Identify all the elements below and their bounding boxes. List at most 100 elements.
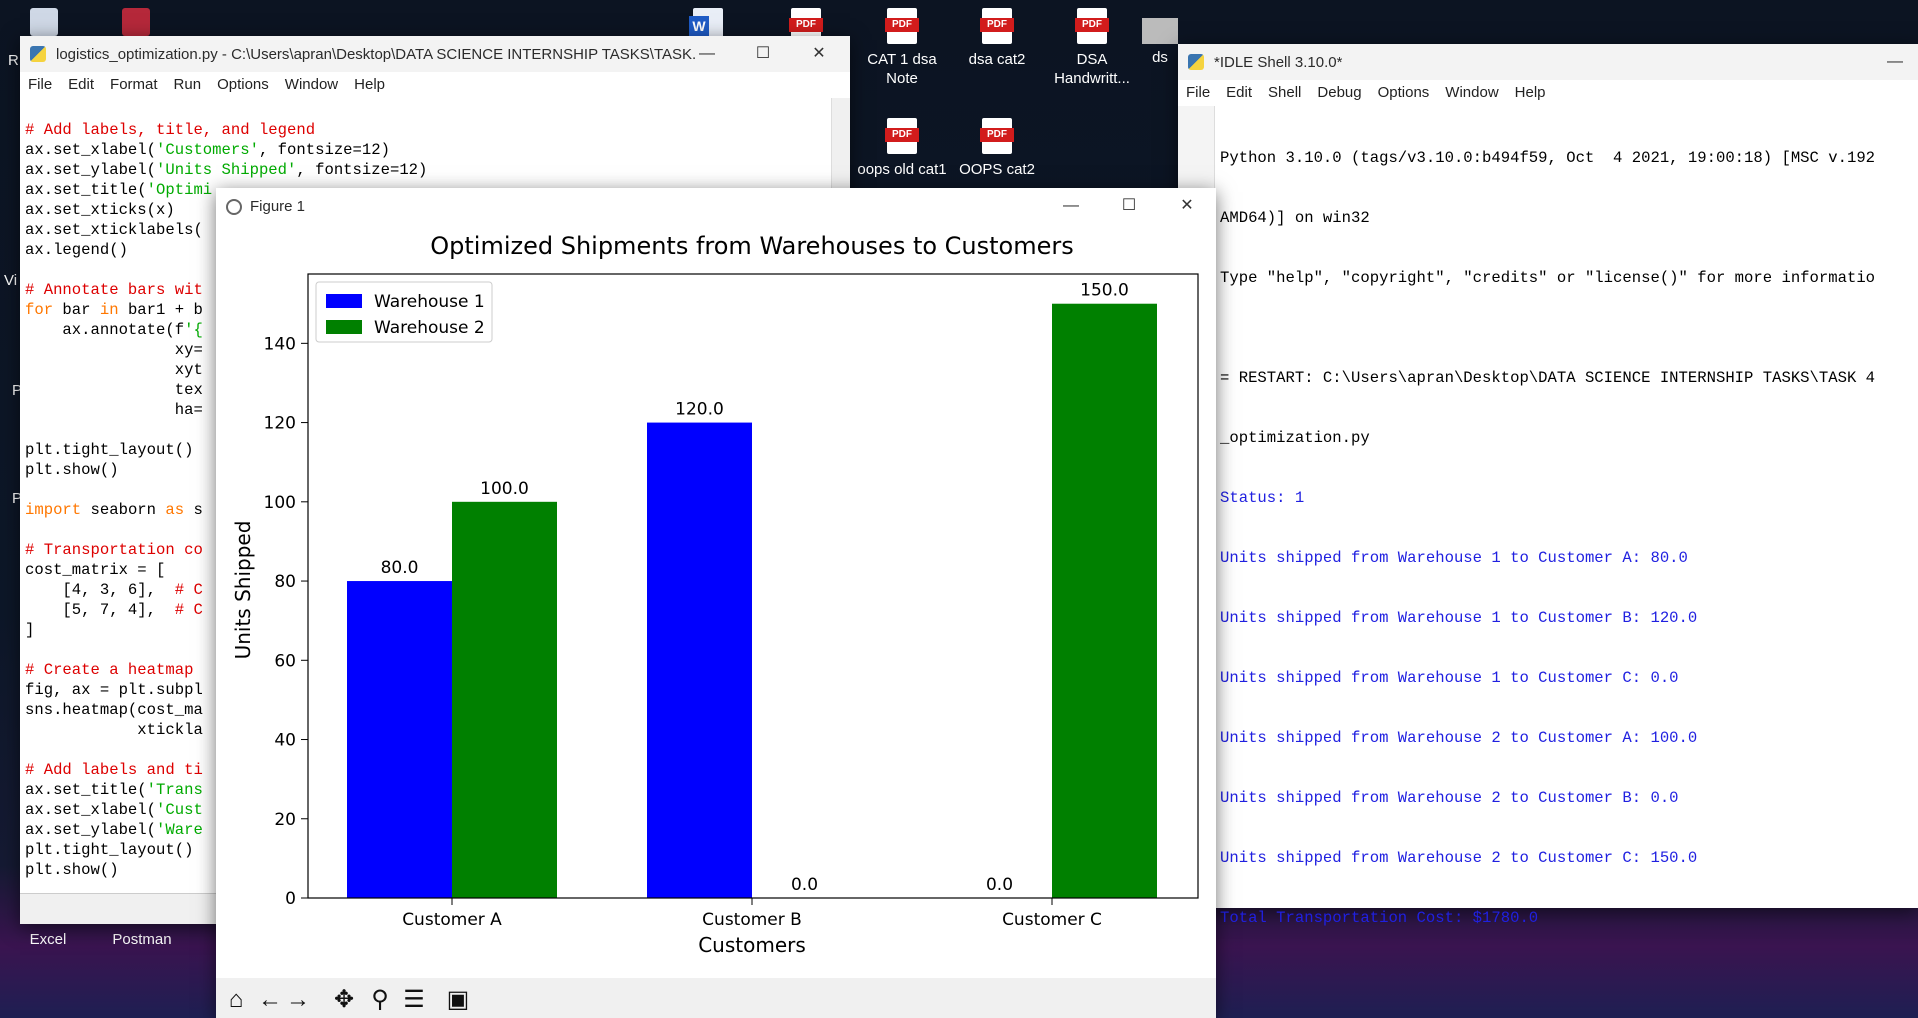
maximize-icon[interactable]: ☐ <box>740 36 786 72</box>
desktop-icon-oops-old-cat1[interactable]: oops old cat1 <box>854 118 950 179</box>
desktop-icon-excel[interactable]: Excel <box>0 930 96 949</box>
legend-swatch-warehouse-2 <box>326 320 362 334</box>
bar-data-label: 120.0 <box>675 400 724 420</box>
desktop-icon-label: dsa cat2 <box>968 51 1026 68</box>
close-icon[interactable]: ✕ <box>796 36 842 72</box>
pan-icon[interactable]: ✥ <box>330 986 358 1014</box>
shell-output-line: Units shipped from Warehouse 1 to Custom… <box>1220 669 1679 687</box>
shell-output[interactable]: Python 3.10.0 (tags/v3.10.0:b494f59, Oct… <box>1220 108 1875 968</box>
bar-data-label: 0.0 <box>791 875 818 895</box>
legend: Warehouse 1 Warehouse 2 <box>315 281 493 343</box>
desktop-fragment-1: R <box>8 52 19 69</box>
shell-header-line: Type "help", "copyright", "credits" or "… <box>1220 269 1876 287</box>
zoom-icon[interactable]: ⚲ <box>366 986 394 1014</box>
minimize-icon[interactable]: — <box>684 36 730 72</box>
shell-menu-debug[interactable]: Debug <box>1309 80 1369 106</box>
configure-icon[interactable]: ☰ <box>400 986 428 1014</box>
code-line: # Add labels, title, and legend <box>25 121 316 139</box>
editor-menu-edit[interactable]: Edit <box>60 72 102 98</box>
close-icon[interactable]: ✕ <box>1164 188 1210 224</box>
desktop-icon-label: ds <box>1152 49 1168 66</box>
legend-label-warehouse-2: Warehouse 2 <box>374 318 485 338</box>
shell-header-line: Python 3.10.0 (tags/v3.10.0:b494f59, Oct… <box>1220 149 1876 167</box>
editor-menu-format[interactable]: Format <box>102 72 166 98</box>
desktop-icon-postman[interactable]: Postman <box>94 930 190 949</box>
y-tick-label: 40 <box>274 731 296 751</box>
desktop-icon-cat1-dsa-note[interactable]: CAT 1 dsa Note <box>854 8 950 88</box>
maximize-icon[interactable]: ☐ <box>1106 188 1152 224</box>
bar-data-label: 150.0 <box>1080 281 1129 301</box>
editor-menu-help[interactable]: Help <box>346 72 393 98</box>
shell-menu-edit[interactable]: Edit <box>1218 80 1260 106</box>
shell-output-line: Units shipped from Warehouse 2 to Custom… <box>1220 849 1698 867</box>
desktop-fragment-2: Vi <box>4 272 18 289</box>
idle-shell-window: *IDLE Shell 3.10.0* — File Edit Shell Debug… <box>1178 44 1918 927</box>
desktop-icon-label: CAT 1 dsa Note <box>867 51 937 87</box>
editor-menu-options[interactable]: Options <box>209 72 277 98</box>
y-tick-label: 140 <box>264 334 296 354</box>
access-app-icon[interactable] <box>122 8 150 36</box>
desktop-icon-partial[interactable]: ds <box>1140 18 1180 67</box>
shell-menubar: File Edit Shell Debug Options Window Help <box>1178 80 1918 106</box>
python-icon <box>1188 54 1204 70</box>
legend-label-warehouse-1: Warehouse 1 <box>374 292 485 312</box>
editor-menu-run[interactable]: Run <box>166 72 210 98</box>
shell-menu-help[interactable]: Help <box>1507 80 1554 106</box>
python-file-icon <box>30 46 46 62</box>
shipments-bar-chart: Optimized Shipments from Warehouses to C… <box>231 232 1199 957</box>
minimize-icon[interactable]: — <box>1872 44 1918 80</box>
figure-window: Figure 1 — ☐ ✕ Optimized Shipments from … <box>216 188 1216 1018</box>
pdf-icon <box>885 118 919 154</box>
bar-warehouse-2 <box>452 501 557 898</box>
shell-output-line: Total Transportation Cost: $1780.0 <box>1220 909 1539 927</box>
y-tick-label: 120 <box>264 414 296 434</box>
desktop-icon-label: Postman <box>112 931 172 948</box>
figure-titlebar[interactable]: Figure 1 — ☐ ✕ <box>216 188 1216 226</box>
x-tick-label: Customer B <box>702 910 802 930</box>
desktop-icon-oops-cat2[interactable]: OOPS cat2 <box>949 118 1045 179</box>
code-line: ax.set_xlabel('Customers', fontsize=12) <box>25 141 390 159</box>
figure-toolbar: ⌂ ← → ✥ ⚲ ☰ ▣ <box>216 978 1216 1018</box>
back-icon[interactable]: ← <box>256 986 284 1014</box>
y-tick-label: 100 <box>264 493 296 513</box>
minimize-icon[interactable]: — <box>1048 188 1094 224</box>
shell-output-line: Units shipped from Warehouse 1 to Custom… <box>1220 609 1698 627</box>
home-icon[interactable]: ⌂ <box>222 986 250 1014</box>
shell-output-line: Status: 1 <box>1220 489 1305 507</box>
shell-titlebar[interactable]: *IDLE Shell 3.10.0* — <box>1178 44 1918 80</box>
shell-menu-file[interactable]: File <box>1178 80 1218 106</box>
y-tick-label: 20 <box>274 810 296 830</box>
bar-warehouse-1 <box>647 422 752 898</box>
shell-menu-shell[interactable]: Shell <box>1260 80 1309 106</box>
shell-output-line: Units shipped from Warehouse 2 to Custom… <box>1220 789 1679 807</box>
editor-title: logistics_optimization.py - C:\Users\apr… <box>56 46 696 63</box>
desktop-icon-dsa-cat2[interactable]: dsa cat2 <box>949 8 1045 69</box>
figure-title: Figure 1 <box>250 198 306 215</box>
y-tick-label: 60 <box>274 651 296 671</box>
bar-warehouse-2 <box>1052 303 1157 898</box>
x-axis-label: Customers <box>698 933 806 957</box>
editor-titlebar[interactable]: logistics_optimization.py - C:\Users\apr… <box>20 36 850 72</box>
editor-menu-file[interactable]: File <box>20 72 60 98</box>
shell-menu-window[interactable]: Window <box>1437 80 1506 106</box>
x-tick-label: Customer C <box>1002 910 1102 930</box>
legend-swatch-warehouse-1 <box>326 294 362 308</box>
code-line: ax.set_ylabel('Units Shipped', fontsize=… <box>25 161 428 179</box>
desktop-icon-dsa-handwritten[interactable]: DSA Handwritt... <box>1044 8 1140 88</box>
save-icon[interactable]: ▣ <box>444 986 472 1014</box>
bar-data-label: 0.0 <box>986 875 1013 895</box>
matplotlib-icon <box>226 199 242 215</box>
chart-title: Optimized Shipments from Warehouses to C… <box>430 232 1074 260</box>
shell-title: *IDLE Shell 3.10.0* <box>1214 54 1343 71</box>
shell-header-line: AMD64)] on win32 <box>1220 209 1370 227</box>
editor-menubar: File Edit Format Run Options Window Help <box>20 72 850 98</box>
x-tick-label: Customer A <box>402 910 502 930</box>
forward-icon[interactable]: → <box>284 986 312 1014</box>
shell-menu-options[interactable]: Options <box>1370 80 1438 106</box>
recycle-bin-icon[interactable] <box>30 8 58 36</box>
editor-menu-window[interactable]: Window <box>277 72 346 98</box>
shell-header-line: _optimization.py <box>1220 429 1370 447</box>
pdf-icon <box>885 8 919 44</box>
y-axis-label: Units Shipped <box>231 521 255 660</box>
partial-thumb-icon <box>1142 18 1178 44</box>
